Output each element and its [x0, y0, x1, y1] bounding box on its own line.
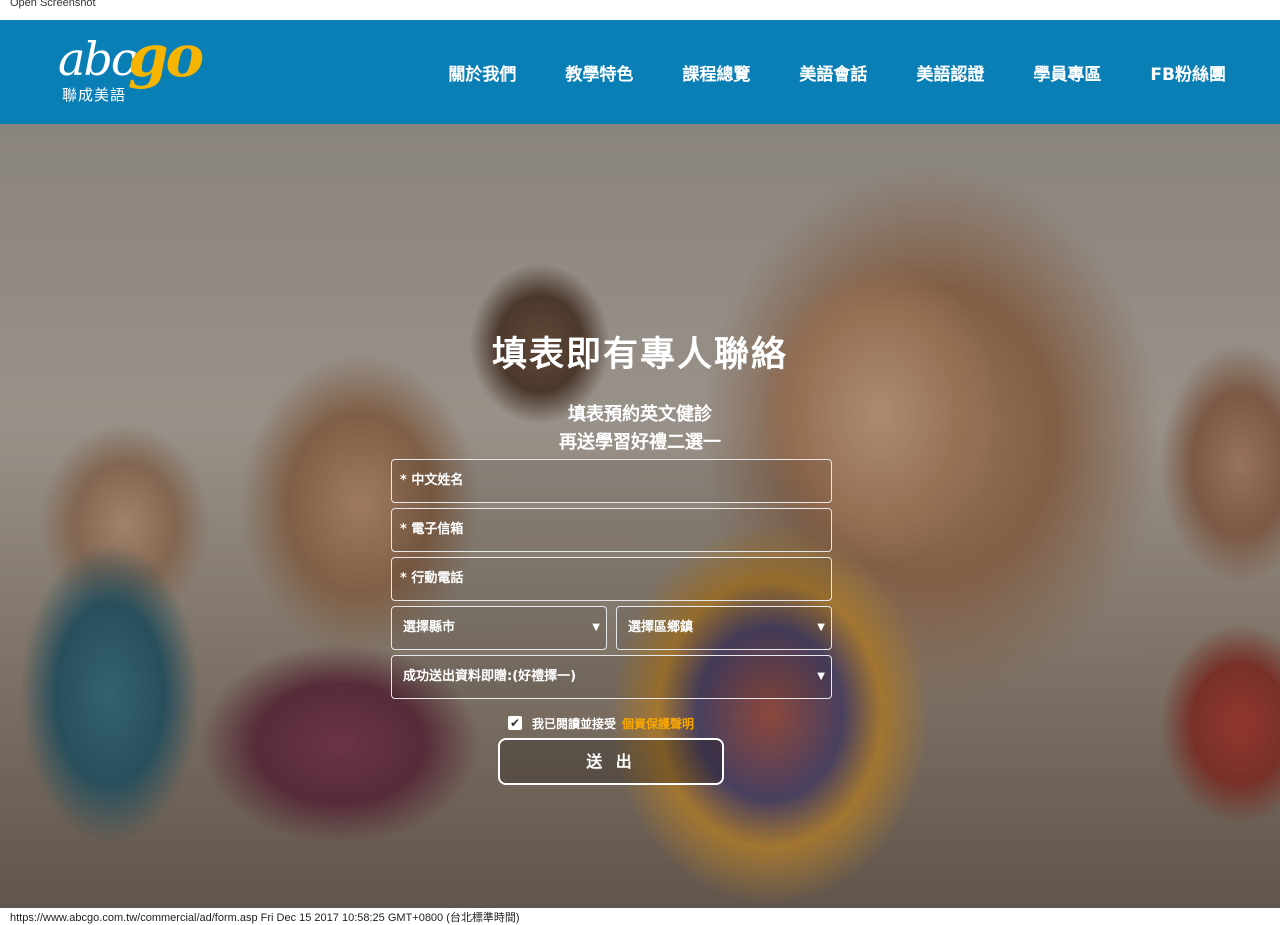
nav-item-facebook[interactable]: FB粉絲團	[1150, 60, 1226, 85]
privacy-agreement: ✔ 我已閱讀並接受 個資保護聲明	[508, 714, 694, 732]
window-caption: Open Screenshot	[10, 0, 96, 9]
dropdown-caret-icon: ▼	[817, 671, 825, 682]
logo-go-text: go	[128, 22, 204, 90]
phone-field[interactable]: * 行動電話	[391, 557, 832, 601]
abcgo-logo[interactable]: abc go 聯成美語	[58, 22, 238, 122]
site-header: abc go 聯成美語 關於我們 教學特色 課程總覽 美語會話 美語認證 學員專…	[0, 20, 1280, 124]
nav-item-students[interactable]: 學員專區	[1033, 60, 1101, 85]
agree-text: 我已閱讀並接受	[532, 716, 617, 731]
name-field[interactable]: * 中文姓名	[391, 459, 832, 503]
main-nav: 關於我們 教學特色 課程總覽 美語會話 美語認證 學員專區 FB粉絲團	[399, 20, 1226, 124]
hero-subtitle-line2: 再送學習好禮二選一	[559, 432, 721, 453]
nav-item-about[interactable]: 關於我們	[448, 60, 516, 85]
dropdown-caret-icon: ▼	[817, 622, 825, 633]
agree-checkbox[interactable]: ✔	[508, 716, 522, 730]
submit-button[interactable]: 送 出	[498, 738, 724, 785]
page-url-timestamp: https://www.abcgo.com.tw/commercial/ad/f…	[10, 912, 520, 924]
hero-title: 填表即有專人聯絡	[491, 335, 788, 375]
privacy-policy-link[interactable]: 個資保護聲明	[622, 715, 694, 732]
hero-section: 填表即有專人聯絡 填表預約英文健診 再送學習好禮二選一 * 中文姓名 * 電子信…	[0, 124, 1280, 908]
gift-select[interactable]: 成功送出資料即贈:(好禮擇一) ▼	[391, 655, 832, 699]
city-select-label: 選擇縣市	[403, 620, 456, 635]
nav-item-certification[interactable]: 美語認證	[916, 60, 984, 85]
gift-select-label: 成功送出資料即贈:(好禮擇一)	[403, 669, 577, 684]
nav-item-teaching[interactable]: 教學特色	[565, 60, 633, 85]
logo-abc-text: abc	[58, 32, 137, 86]
logo-subtitle: 聯成美語	[62, 86, 127, 104]
district-select[interactable]: 選擇區鄉鎮 ▼	[616, 606, 832, 650]
dropdown-caret-icon: ▼	[592, 622, 600, 633]
nav-item-courses[interactable]: 課程總覽	[682, 60, 750, 85]
city-select[interactable]: 選擇縣市 ▼	[391, 606, 607, 650]
checkmark-icon: ✔	[509, 716, 521, 730]
nav-item-conversation[interactable]: 美語會話	[799, 60, 867, 85]
email-field[interactable]: * 電子信箱	[391, 508, 832, 552]
district-select-label: 選擇區鄉鎮	[628, 620, 694, 635]
hero-subtitle-line1: 填表預約英文健診	[568, 404, 712, 425]
